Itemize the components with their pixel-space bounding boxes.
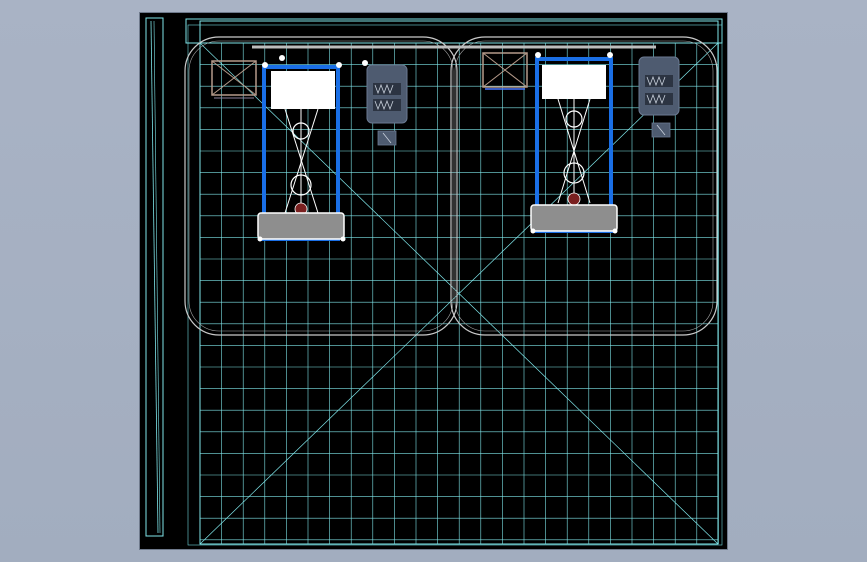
right-unit-frame xyxy=(530,52,618,234)
right-unit-crate xyxy=(482,52,528,90)
left-wall-strip xyxy=(145,17,164,537)
cad-drawing-viewport[interactable] xyxy=(140,13,727,549)
right-unit[interactable] xyxy=(482,52,680,234)
right-unit-cabinet xyxy=(638,56,680,138)
cad-drawing-canvas[interactable] xyxy=(140,13,727,549)
left-unit[interactable] xyxy=(211,55,408,242)
left-unit-crate xyxy=(211,60,257,99)
